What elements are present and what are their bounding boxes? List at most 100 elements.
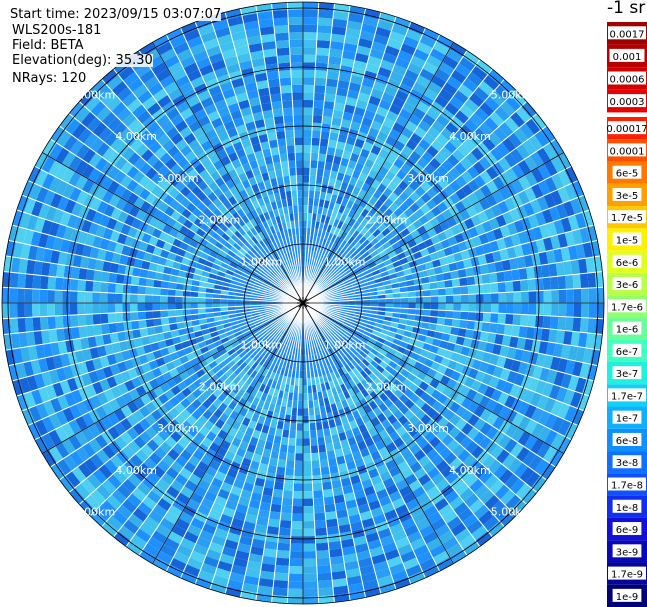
range-gate-cell bbox=[460, 303, 469, 312]
range-gate-cell bbox=[175, 296, 183, 303]
range-gate-cell bbox=[292, 490, 303, 499]
range-gate-cell bbox=[513, 303, 522, 315]
range-gate-cell bbox=[291, 505, 303, 514]
ppi-map[interactable]: 1.00km 1.00km 1.00km 1.00km 2.00km 2.00km 2.00… bbox=[0, 0, 606, 607]
range-gate-cell bbox=[303, 408, 309, 416]
range-gate-cell bbox=[291, 77, 303, 86]
range-gate-cell bbox=[71, 326, 81, 340]
range-gate-cell bbox=[490, 303, 499, 314]
range-gate-cell bbox=[505, 291, 514, 303]
range-gate-cell bbox=[274, 32, 290, 42]
range-gate-cell bbox=[287, 588, 303, 597]
nrays-label: NRays: 120 bbox=[12, 71, 87, 86]
range-gate-cell bbox=[115, 283, 124, 294]
range-gate-cell bbox=[115, 312, 124, 323]
range-gate-cell bbox=[85, 280, 94, 292]
range-gate-cell bbox=[167, 303, 176, 311]
range-gate-cell bbox=[445, 303, 454, 311]
range-gate-cell bbox=[288, 573, 303, 582]
range-gate-cell bbox=[99, 292, 108, 303]
range-gate-cell bbox=[84, 291, 93, 303]
range-gate-cell bbox=[287, 152, 296, 161]
range-gate-cell bbox=[317, 572, 333, 582]
range-gate-cell bbox=[573, 303, 582, 318]
ppi-plot[interactable]: 1.00km 1.00km1.00km1.00km2.00km 2.00km2.00… bbox=[0, 0, 606, 607]
range-gate-cell bbox=[303, 415, 310, 424]
range-gate-cell bbox=[130, 311, 139, 322]
range-gate-cell bbox=[303, 588, 319, 597]
range-ring-label: 2.00km bbox=[366, 380, 408, 393]
range-gate-cell bbox=[289, 39, 303, 48]
range-gate-cell bbox=[314, 527, 328, 536]
range-gate-cell bbox=[303, 99, 314, 108]
range-gate-cell bbox=[62, 303, 71, 316]
range-gate-cell bbox=[55, 277, 64, 291]
range-gate-cell bbox=[303, 438, 311, 446]
range-gate-cell bbox=[271, 100, 283, 110]
range-gate-cell bbox=[69, 290, 78, 303]
range-gate-cell bbox=[278, 70, 292, 79]
range-gate-cell bbox=[277, 534, 291, 544]
range-gate-cell bbox=[518, 267, 528, 281]
range-gate-cell bbox=[468, 303, 477, 313]
range-gate-cell bbox=[108, 272, 118, 284]
range-gate-cell bbox=[294, 137, 303, 146]
range-gate-cell bbox=[100, 271, 110, 283]
range-gate-cell bbox=[175, 303, 183, 310]
range-gate-cell bbox=[295, 430, 303, 439]
range-gate-cell bbox=[311, 460, 321, 469]
range-gate-cell bbox=[291, 84, 303, 93]
range-ring-label: 1.00km bbox=[240, 255, 282, 268]
legend-label: 0.001 bbox=[613, 52, 642, 63]
range-gate-cell bbox=[271, 496, 283, 506]
range-gate-cell bbox=[69, 303, 78, 316]
range-gate-cell bbox=[266, 525, 280, 535]
range-gate-cell bbox=[285, 137, 295, 146]
range-gate-cell bbox=[564, 316, 574, 332]
range-gate-cell bbox=[272, 587, 289, 597]
range-gate-cell bbox=[295, 445, 303, 454]
range-gate-cell bbox=[47, 303, 56, 317]
range-ring-label: 4.00km bbox=[449, 130, 491, 143]
range-gate-cell bbox=[130, 284, 139, 295]
range-gate-cell bbox=[483, 303, 492, 313]
range-gate-cell bbox=[144, 294, 153, 303]
range-gate-cell bbox=[525, 326, 535, 340]
range-gate-cell bbox=[47, 276, 57, 291]
range-gate-cell bbox=[317, 579, 333, 589]
range-ring-label: 3.00km bbox=[407, 172, 449, 185]
range-gate-cell bbox=[303, 453, 312, 462]
range-gate-cell bbox=[9, 317, 19, 334]
range-gate-cell bbox=[324, 503, 336, 513]
range-gate-cell bbox=[498, 303, 507, 314]
range-gate-cell bbox=[303, 558, 317, 567]
range-gate-cell bbox=[460, 311, 469, 321]
range-gate-cell bbox=[273, 24, 289, 34]
range-ring-label: 2.00km bbox=[199, 380, 241, 393]
range-gate-cell bbox=[54, 303, 63, 316]
range-gate-cell bbox=[24, 288, 33, 303]
range-gate-cell bbox=[438, 303, 446, 311]
range-gate-cell bbox=[490, 282, 499, 294]
range-gate-cell bbox=[108, 322, 118, 334]
range-gate-cell bbox=[573, 288, 582, 303]
range-gate-cell bbox=[273, 481, 285, 491]
legend-label: 6e-5 bbox=[616, 169, 639, 180]
range-gate-cell bbox=[281, 100, 293, 109]
range-gate-cell bbox=[313, 497, 325, 506]
range-gate-cell bbox=[303, 107, 314, 116]
range-gate-cell bbox=[293, 483, 303, 492]
range-gate-cell bbox=[303, 129, 313, 138]
range-gate-cell bbox=[505, 303, 514, 315]
range-gate-cell bbox=[268, 85, 281, 95]
range-gate-cell bbox=[313, 505, 326, 514]
legend-label: 0.0017 bbox=[610, 29, 645, 40]
range-gate-cell bbox=[17, 288, 25, 303]
range-gate-cell bbox=[115, 273, 125, 285]
range-gate-cell bbox=[453, 294, 462, 303]
range-gate-cell bbox=[17, 273, 27, 289]
range-gate-cell bbox=[292, 107, 303, 116]
range-gate-cell bbox=[496, 323, 506, 335]
range-gate-cell bbox=[47, 289, 56, 303]
range-gate-cell bbox=[283, 115, 294, 124]
